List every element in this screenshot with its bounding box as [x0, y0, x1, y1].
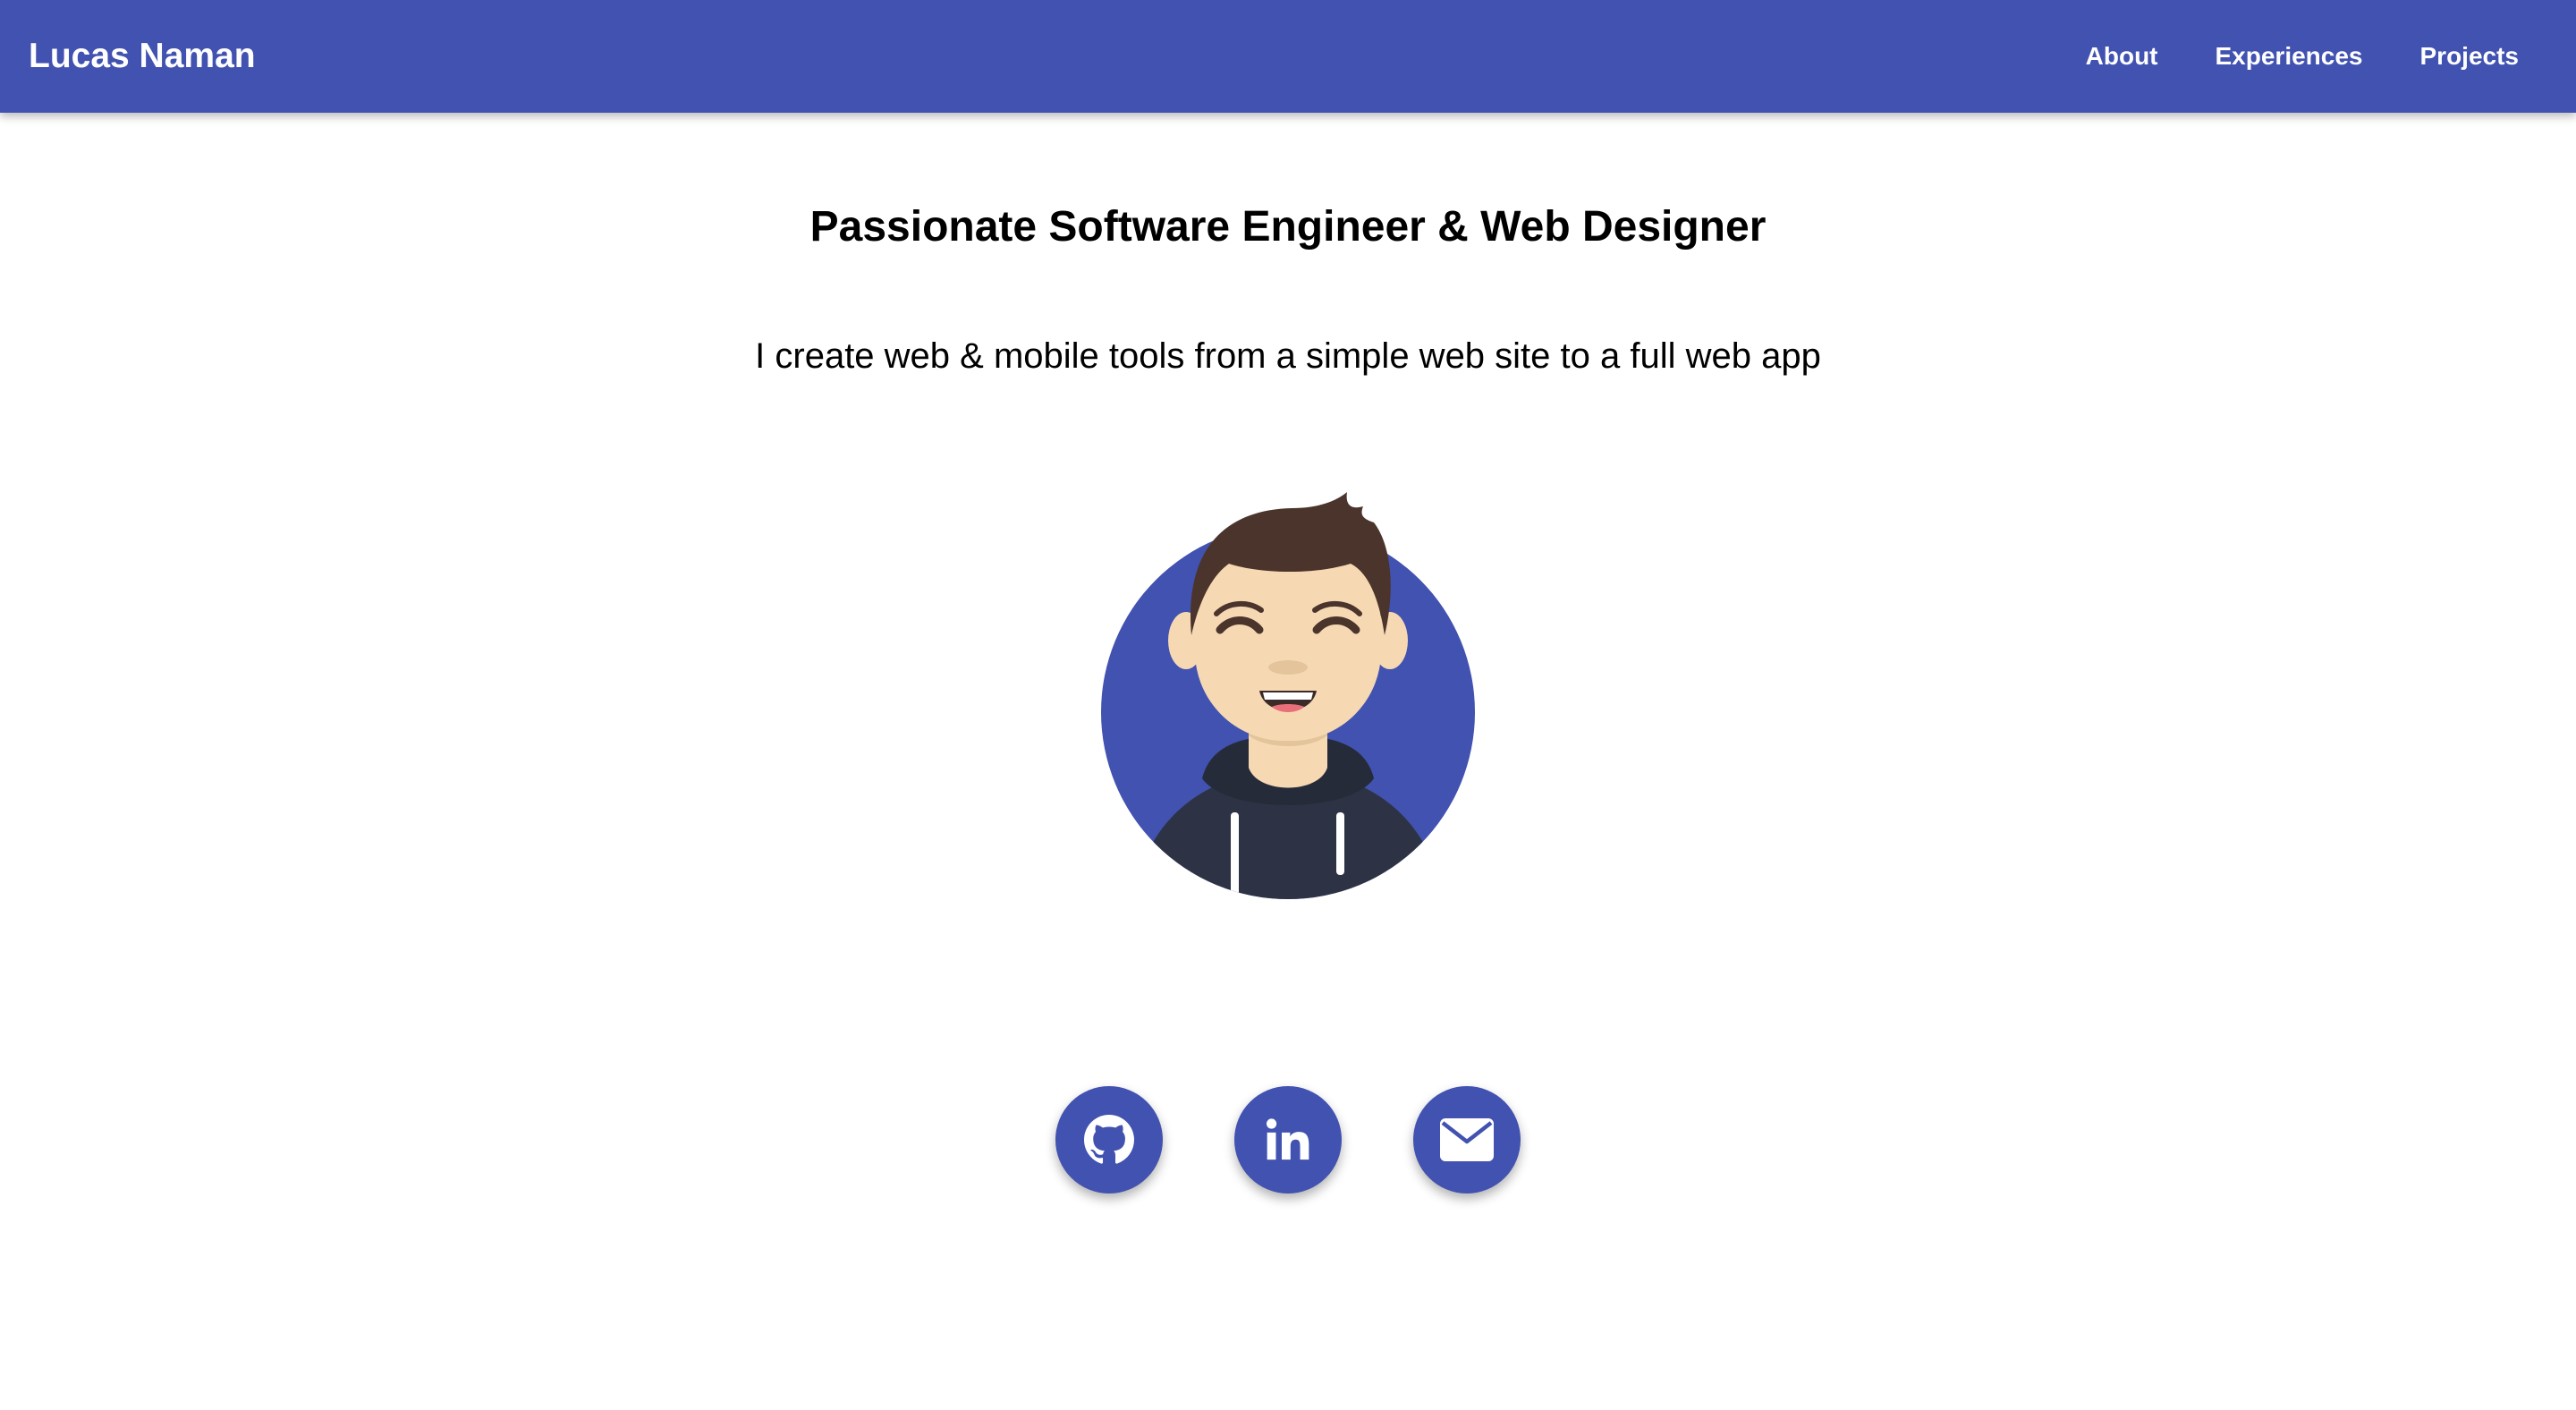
nav-link-projects[interactable]: Projects: [2420, 42, 2520, 71]
linkedin-button[interactable]: [1234, 1086, 1342, 1193]
github-button[interactable]: [1055, 1086, 1163, 1193]
linkedin-icon: [1266, 1118, 1309, 1160]
hero-headline: Passionate Software Engineer & Web Desig…: [809, 203, 1767, 251]
nav-link-about[interactable]: About: [2086, 42, 2158, 71]
github-icon: [1084, 1115, 1134, 1164]
email-button[interactable]: [1413, 1086, 1521, 1193]
social-links: [0, 1086, 2576, 1193]
main-nav: About Experiences Projects: [2086, 0, 2576, 113]
email-icon: [1440, 1118, 1494, 1161]
hero-subline: I create web & mobile tools from a simpl…: [755, 336, 1821, 376]
cartoon-man-avatar-icon: [1101, 492, 1475, 899]
brand-link[interactable]: Lucas Naman: [29, 0, 256, 113]
nav-link-experiences[interactable]: Experiences: [2216, 42, 2363, 71]
top-app-bar: Lucas Naman About Experiences Projects: [0, 0, 2576, 113]
avatar: [1095, 483, 1481, 904]
